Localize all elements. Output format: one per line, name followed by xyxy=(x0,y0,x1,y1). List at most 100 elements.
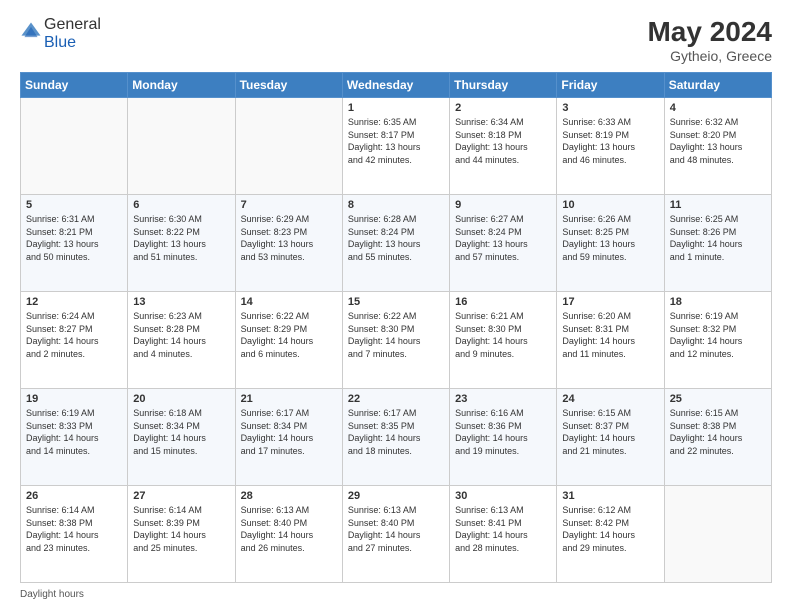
calendar-cell: 30 Sunrise: 6:13 AM Sunset: 8:41 PM Dayli… xyxy=(450,486,557,583)
day-number: 29 xyxy=(348,490,444,502)
day-info: Sunrise: 6:22 AM Sunset: 8:30 PM Dayligh… xyxy=(348,310,444,360)
day-info: Sunrise: 6:28 AM Sunset: 8:24 PM Dayligh… xyxy=(348,213,444,263)
day-number: 8 xyxy=(348,199,444,211)
day-number: 2 xyxy=(455,102,551,114)
month-year: May 2024 xyxy=(647,16,772,48)
calendar-cell: 10Sunrise: 6:26 AM Sunset: 8:25 PM Dayli… xyxy=(557,195,664,292)
calendar-cell xyxy=(235,98,342,195)
weekday-header-wednesday: Wednesday xyxy=(342,73,449,98)
calendar-cell: 21 Sunrise: 6:17 AM Sunset: 8:34 PM Dayli… xyxy=(235,389,342,486)
day-info: Sunrise: 6:21 AM Sunset: 8:30 PM Dayligh… xyxy=(455,310,551,360)
day-number: 10 xyxy=(562,199,658,211)
logo: General Blue xyxy=(20,16,101,52)
weekday-header-thursday: Thursday xyxy=(450,73,557,98)
day-info: Sunrise: 6:27 AM Sunset: 8:24 PM Dayligh… xyxy=(455,213,551,263)
day-info: Sunrise: 6:34 AM Sunset: 8:18 PM Dayligh… xyxy=(455,116,551,166)
day-info: Sunrise: 6:16 AM Sunset: 8:36 PM Dayligh… xyxy=(455,407,551,457)
day-info: Sunrise: 6:17 AM Sunset: 8:34 PM Dayligh… xyxy=(241,407,337,457)
day-number: 1 xyxy=(348,102,444,114)
day-info: Sunrise: 6:13 AM Sunset: 8:41 PM Dayligh… xyxy=(455,504,551,554)
title-block: May 2024 Gytheio, Greece xyxy=(647,16,772,64)
day-number: 14 xyxy=(241,296,337,308)
day-info: Sunrise: 6:35 AM Sunset: 8:17 PM Dayligh… xyxy=(348,116,444,166)
header: General Blue May 2024 Gytheio, Greece xyxy=(20,16,772,64)
calendar-cell: 23 Sunrise: 6:16 AM Sunset: 8:36 PM Dayli… xyxy=(450,389,557,486)
day-info: Sunrise: 6:12 AM Sunset: 8:42 PM Dayligh… xyxy=(562,504,658,554)
calendar-cell: 14 Sunrise: 6:22 AM Sunset: 8:29 PM Dayli… xyxy=(235,292,342,389)
week-row-2: 5 Sunrise: 6:31 AM Sunset: 8:21 PM Daylig… xyxy=(21,195,772,292)
day-info: Sunrise: 6:20 AM Sunset: 8:31 PM Dayligh… xyxy=(562,310,658,360)
calendar-cell: 4Sunrise: 6:32 AM Sunset: 8:20 PM Daylig… xyxy=(664,98,771,195)
calendar-cell xyxy=(664,486,771,583)
day-info: Sunrise: 6:15 AM Sunset: 8:38 PM Dayligh… xyxy=(670,407,766,457)
calendar-table: SundayMondayTuesdayWednesdayThursdayFrid… xyxy=(20,72,772,583)
day-info: Sunrise: 6:24 AM Sunset: 8:27 PM Dayligh… xyxy=(26,310,122,360)
calendar-cell: 20 Sunrise: 6:18 AM Sunset: 8:34 PM Dayli… xyxy=(128,389,235,486)
calendar-cell: 26 Sunrise: 6:14 AM Sunset: 8:38 PM Dayli… xyxy=(21,486,128,583)
page: General Blue May 2024 Gytheio, Greece Su… xyxy=(0,0,792,612)
day-number: 6 xyxy=(133,199,229,211)
day-info: Sunrise: 6:19 AM Sunset: 8:33 PM Dayligh… xyxy=(26,407,122,457)
day-number: 28 xyxy=(241,490,337,502)
calendar-cell: 29 Sunrise: 6:13 AM Sunset: 8:40 PM Dayli… xyxy=(342,486,449,583)
day-info: Sunrise: 6:23 AM Sunset: 8:28 PM Dayligh… xyxy=(133,310,229,360)
calendar-cell: 11 Sunrise: 6:25 AM Sunset: 8:26 PM Dayli… xyxy=(664,195,771,292)
day-info: Sunrise: 6:14 AM Sunset: 8:39 PM Dayligh… xyxy=(133,504,229,554)
day-number: 20 xyxy=(133,393,229,405)
calendar-cell xyxy=(21,98,128,195)
calendar-cell: 15 Sunrise: 6:22 AM Sunset: 8:30 PM Dayli… xyxy=(342,292,449,389)
calendar-cell: 8 Sunrise: 6:28 AM Sunset: 8:24 PM Daylig… xyxy=(342,195,449,292)
day-number: 21 xyxy=(241,393,337,405)
calendar-cell: 13 Sunrise: 6:23 AM Sunset: 8:28 PM Dayli… xyxy=(128,292,235,389)
calendar-cell: 9 Sunrise: 6:27 AM Sunset: 8:24 PM Daylig… xyxy=(450,195,557,292)
logo-text: General Blue xyxy=(44,16,101,52)
day-number: 22 xyxy=(348,393,444,405)
weekday-header-sunday: Sunday xyxy=(21,73,128,98)
day-info: Sunrise: 6:13 AM Sunset: 8:40 PM Dayligh… xyxy=(348,504,444,554)
day-info: Sunrise: 6:22 AM Sunset: 8:29 PM Dayligh… xyxy=(241,310,337,360)
calendar-cell: 17 Sunrise: 6:20 AM Sunset: 8:31 PM Dayli… xyxy=(557,292,664,389)
day-number: 9 xyxy=(455,199,551,211)
calendar-cell: 6 Sunrise: 6:30 AM Sunset: 8:22 PM Daylig… xyxy=(128,195,235,292)
calendar-cell: 16 Sunrise: 6:21 AM Sunset: 8:30 PM Dayli… xyxy=(450,292,557,389)
day-number: 5 xyxy=(26,199,122,211)
day-info: Sunrise: 6:29 AM Sunset: 8:23 PM Dayligh… xyxy=(241,213,337,263)
day-info: Sunrise: 6:32 AM Sunset: 8:20 PM Dayligh… xyxy=(670,116,766,166)
day-number: 15 xyxy=(348,296,444,308)
calendar-cell: 12Sunrise: 6:24 AM Sunset: 8:27 PM Dayli… xyxy=(21,292,128,389)
day-number: 25 xyxy=(670,393,766,405)
day-number: 31 xyxy=(562,490,658,502)
day-number: 30 xyxy=(455,490,551,502)
day-number: 23 xyxy=(455,393,551,405)
day-number: 17 xyxy=(562,296,658,308)
logo-general: General xyxy=(44,16,101,33)
day-info: Sunrise: 6:15 AM Sunset: 8:37 PM Dayligh… xyxy=(562,407,658,457)
calendar-cell: 2 Sunrise: 6:34 AM Sunset: 8:18 PM Daylig… xyxy=(450,98,557,195)
week-row-3: 12Sunrise: 6:24 AM Sunset: 8:27 PM Dayli… xyxy=(21,292,772,389)
calendar-cell: 19Sunrise: 6:19 AM Sunset: 8:33 PM Dayli… xyxy=(21,389,128,486)
day-number: 7 xyxy=(241,199,337,211)
day-info: Sunrise: 6:25 AM Sunset: 8:26 PM Dayligh… xyxy=(670,213,766,263)
week-row-4: 19Sunrise: 6:19 AM Sunset: 8:33 PM Dayli… xyxy=(21,389,772,486)
weekday-header-row: SundayMondayTuesdayWednesdayThursdayFrid… xyxy=(21,73,772,98)
calendar-cell: 22Sunrise: 6:17 AM Sunset: 8:35 PM Dayli… xyxy=(342,389,449,486)
weekday-header-saturday: Saturday xyxy=(664,73,771,98)
weekday-header-friday: Friday xyxy=(557,73,664,98)
calendar-cell: 27Sunrise: 6:14 AM Sunset: 8:39 PM Dayli… xyxy=(128,486,235,583)
day-number: 18 xyxy=(670,296,766,308)
day-number: 11 xyxy=(670,199,766,211)
day-number: 13 xyxy=(133,296,229,308)
day-number: 24 xyxy=(562,393,658,405)
day-number: 16 xyxy=(455,296,551,308)
calendar-cell xyxy=(128,98,235,195)
calendar-cell: 25 Sunrise: 6:15 AM Sunset: 8:38 PM Dayli… xyxy=(664,389,771,486)
calendar-cell: 3Sunrise: 6:33 AM Sunset: 8:19 PM Daylig… xyxy=(557,98,664,195)
day-info: Sunrise: 6:18 AM Sunset: 8:34 PM Dayligh… xyxy=(133,407,229,457)
day-info: Sunrise: 6:30 AM Sunset: 8:22 PM Dayligh… xyxy=(133,213,229,263)
calendar-cell: 18Sunrise: 6:19 AM Sunset: 8:32 PM Dayli… xyxy=(664,292,771,389)
day-info: Sunrise: 6:31 AM Sunset: 8:21 PM Dayligh… xyxy=(26,213,122,263)
day-info: Sunrise: 6:13 AM Sunset: 8:40 PM Dayligh… xyxy=(241,504,337,554)
day-info: Sunrise: 6:14 AM Sunset: 8:38 PM Dayligh… xyxy=(26,504,122,554)
calendar-cell: 28 Sunrise: 6:13 AM Sunset: 8:40 PM Dayli… xyxy=(235,486,342,583)
day-number: 26 xyxy=(26,490,122,502)
